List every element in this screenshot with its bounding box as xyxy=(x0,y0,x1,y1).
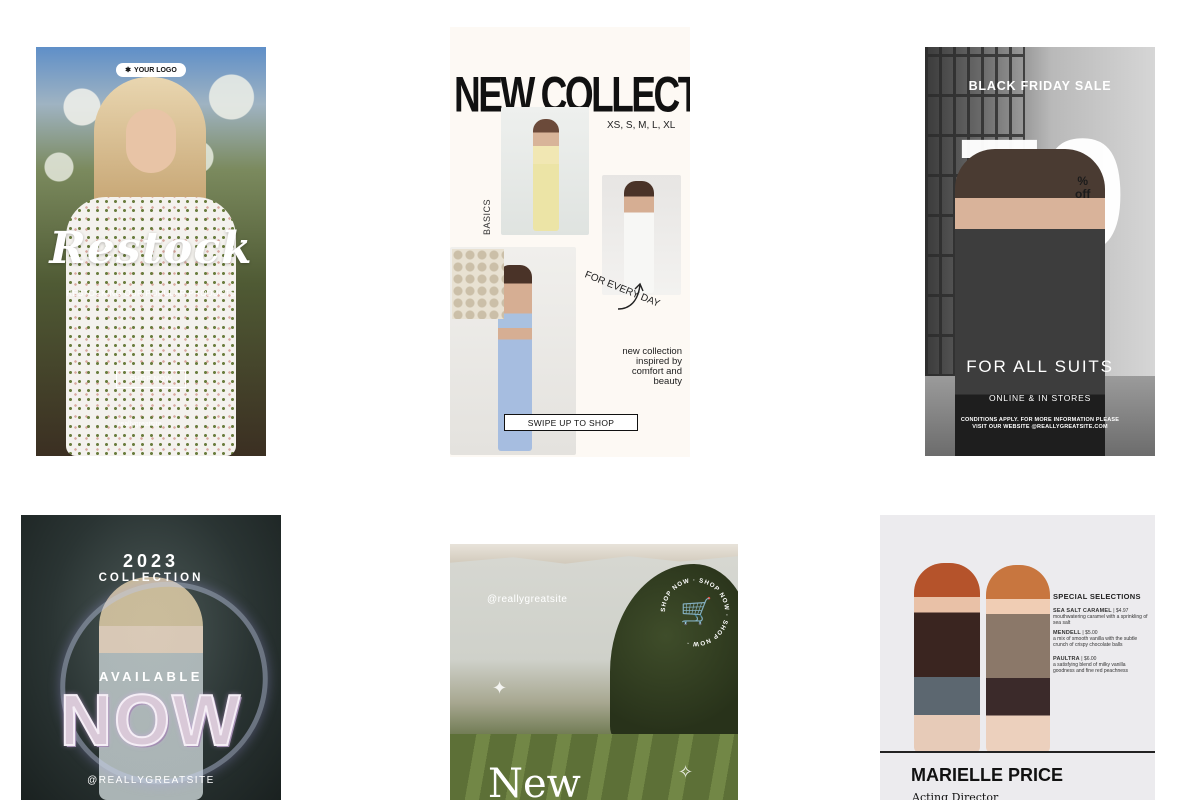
model-figure xyxy=(533,119,559,231)
selection-item: SEA SALT CARAMEL | $4.97 mouthwatering c… xyxy=(1053,608,1148,626)
photo-white-outfit xyxy=(602,175,681,295)
model-figure xyxy=(624,181,654,293)
site-handle: @reallygreatsite xyxy=(487,594,568,605)
person-name: MARIELLE PRICE xyxy=(911,765,1064,785)
photo-yellow-outfit xyxy=(501,107,589,235)
shop-now-button[interactable]: SHOP NOW xyxy=(116,370,186,388)
site-url: reallygreatsite xyxy=(118,421,162,428)
restock-card[interactable]: ✱ YOUR LOGO Restock RESTOCKING OUR POPUL… xyxy=(36,47,266,456)
model-figure-left xyxy=(914,563,980,753)
now-chrome-text: NOW xyxy=(59,681,242,761)
torn-paper-edge xyxy=(450,544,738,564)
item-desc: a satisfying blend of milky vanilla good… xyxy=(1053,662,1129,674)
sparkle-icon: ✦ xyxy=(492,678,508,698)
size-list: XS, S, M, L, XL xyxy=(607,120,676,131)
site-handle: @REALLYGREATSITE xyxy=(87,775,215,786)
person-role: Acting Director xyxy=(912,791,999,800)
arrow-icon xyxy=(617,282,644,310)
off-word: off xyxy=(1075,187,1091,201)
basics-label: BASICS xyxy=(482,198,492,235)
new-collection-card[interactable]: NEW COLLECTION XS, S, M, L, XL BASICS FO… xyxy=(450,27,690,457)
selection-item: MENDELL | $5.00 a mix of smooth vanilla … xyxy=(1053,630,1138,648)
conditions-text: CONDITIONS APPLY. FOR MORE INFORMATION P… xyxy=(925,417,1155,431)
collection-description: new collection inspired by comfort and b… xyxy=(622,346,682,387)
collection-label: COLLECTION xyxy=(98,572,204,584)
model-face xyxy=(126,109,176,173)
restock-title: Restock xyxy=(49,223,253,274)
marielle-price-card[interactable]: SPECIAL SELECTIONS SEA SALT CARAMEL | $4… xyxy=(880,515,1155,800)
logo-text: YOUR LOGO xyxy=(134,66,177,74)
garden-card[interactable]: @reallygreatsite SHOP NOW · SHOP NOW · S… xyxy=(450,544,738,800)
collection-2023-card[interactable]: 2023 COLLECTION AVAILABLE NOW @REALLYGRE… xyxy=(21,515,281,800)
model-figure-right xyxy=(986,565,1050,753)
divider xyxy=(880,751,1155,753)
swipe-up-button[interactable]: SWIPE UP TO SHOP xyxy=(504,414,638,431)
discount-off-label: % off xyxy=(1075,175,1090,201)
conditions-line-2: VISIT OUR WEBSITE @REALLYGREATSITE.COM xyxy=(972,424,1108,430)
logo-icon: ✱ xyxy=(125,67,132,74)
suits-subheadline: FOR ALL SUITS xyxy=(966,357,1114,376)
decor-pattern xyxy=(452,249,504,319)
logo-pill: ✱ YOUR LOGO xyxy=(116,63,186,77)
restock-subtitle: RESTOCKING OUR POPULAR PRODUCTS xyxy=(66,289,236,298)
black-friday-card[interactable]: BLACK FRIDAY SALE 70 % off FOR ALL SUITS… xyxy=(925,47,1155,456)
sales-channels: ONLINE & IN STORES xyxy=(988,393,1092,403)
sparkle-icon: ✧ xyxy=(678,762,694,782)
special-selections-title: SPECIAL SELECTIONS xyxy=(1053,592,1141,601)
year-title: 2023 xyxy=(122,551,180,571)
selection-item: PAULTRA | $6.00 a satisfying blend of mi… xyxy=(1053,656,1129,674)
cart-icon: 🛒 xyxy=(680,596,713,626)
item-desc: mouthwatering caramel with a sprinkling … xyxy=(1053,614,1148,626)
sale-headline: BLACK FRIDAY SALE xyxy=(968,79,1112,93)
item-desc: a mix of smooth vanilla with the subtle … xyxy=(1053,636,1138,648)
new-title: New xyxy=(488,761,581,800)
conditions-line-1: CONDITIONS APPLY. FOR MORE INFORMATION P… xyxy=(960,417,1120,423)
